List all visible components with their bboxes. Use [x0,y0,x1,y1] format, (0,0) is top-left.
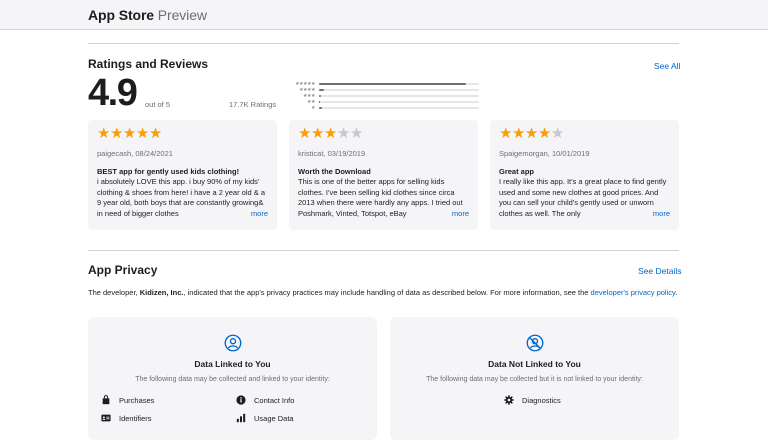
star-filled-icon: ★ [499,125,512,142]
brand-bold: App Store [88,7,154,23]
review-author: kristicat [298,149,324,158]
star-empty-icon: ★ [336,125,350,142]
histogram-track [319,95,479,97]
review-body: This is one of the better apps for selli… [298,177,469,219]
data-type-purchases: Purchases [101,395,154,405]
section-divider [88,43,679,44]
histogram-fill [319,95,321,97]
review-star-rating: ★★★★★ [97,126,268,142]
review-card[interactable]: ★★★★★ kristicat, 03/19/2019 Worth the Do… [289,120,478,230]
shopping-bag-icon [102,395,110,405]
review-meta: Spaigemorgan, 10/01/2019 [499,149,590,158]
histogram-track [319,101,479,103]
star-empty-icon: ★ [550,125,564,142]
data-type-diagnostics: Diagnostics [504,395,561,405]
star-filled-icon: ★ [537,125,551,142]
review-date: 03/19/2019 [327,149,366,158]
gear-icon [504,395,514,405]
card-title: Data Linked to You [194,359,271,369]
info-circle-icon [236,395,246,405]
see-all-link[interactable]: See All [654,61,680,71]
review-author: Spaigemorgan [499,149,548,158]
brand-light: Preview [157,7,207,23]
card-title: Data Not Linked to You [488,359,581,369]
person-circle-icon [224,334,241,352]
bar-chart-icon [236,413,246,423]
review-more-link[interactable]: more [236,208,268,219]
data-not-linked-card: Data Not Linked to You The following dat… [390,317,679,440]
histogram-row: ★ [289,105,479,111]
star-filled-icon: ★ [298,125,311,142]
review-star-rating: ★★★★★ [499,126,670,142]
section-divider [88,250,679,251]
star-filled-icon: ★ [323,125,337,142]
privacy-policy-link[interactable]: developer's privacy policy [591,288,676,297]
histogram-fill [319,101,320,103]
review-date: 10/01/2019 [551,149,590,158]
review-card[interactable]: ★★★★★ paigecash, 08/24/2021 BEST app for… [88,120,277,230]
review-card[interactable]: ★★★★★ Spaigemorgan, 10/01/2019 Great app… [490,120,679,230]
out-of-label: out of 5 [145,100,171,109]
review-author: paigecash [97,149,132,158]
review-meta: kristicat, 03/19/2019 [298,149,366,158]
id-card-icon [101,414,111,422]
see-details-link[interactable]: See Details [638,266,681,276]
privacy-section-title: App Privacy [88,263,158,277]
ratings-section-title: Ratings and Reviews [88,57,209,71]
star-empty-icon: ★ [349,125,363,142]
histogram-track [319,107,479,109]
review-title: Worth the Download [298,167,371,176]
data-type-contact-info: Contact Info [236,395,294,405]
data-type-label: Usage Data [254,413,294,423]
review-meta: paigecash, 08/24/2021 [97,149,173,158]
rating-count: 17.7K Ratings [229,100,277,109]
data-type-label: Purchases [119,395,155,405]
top-bar: App Store Preview [0,0,768,30]
data-type-label: Contact Info [254,395,295,405]
review-date: 08/24/2021 [135,149,173,158]
app-store-preview-brand[interactable]: App Store Preview [88,7,207,23]
review-title: BEST app for gently used kids clothing! [97,167,240,176]
card-subtitle: The following data may be collected but … [426,376,643,383]
privacy-desc-prefix: The developer, [88,288,140,297]
review-title: Great app [499,167,535,176]
rating-histogram: ★★★★★ ★★★★ ★★★ ★★ ★ [289,81,479,111]
review-body: i absolutely LOVE this app. i buy 90% of… [97,177,268,219]
data-type-label: Identifiers [119,413,152,423]
review-more-link[interactable]: more [638,208,670,219]
star-filled-icon: ★ [310,125,324,142]
data-type-label: Diagnostics [522,395,561,405]
histogram-fill [319,83,467,85]
data-linked-card: Data Linked to You The following data ma… [88,317,377,440]
histogram-track [319,83,479,85]
histogram-stars: ★ [311,105,315,111]
privacy-description: The developer, Kidizen, Inc., indicated … [88,287,678,299]
star-filled-icon: ★ [148,125,162,142]
star-filled-icon: ★ [524,125,538,142]
histogram-track [319,89,479,91]
average-rating: 4.9 [88,72,138,114]
review-body: I really like this app. It's a great pla… [499,177,670,219]
star-filled-icon: ★ [122,125,136,142]
privacy-desc-end: . [675,288,678,297]
histogram-fill [319,89,324,91]
star-filled-icon: ★ [511,125,525,142]
star-filled-icon: ★ [135,125,149,142]
review-more-link[interactable]: more [437,208,469,219]
privacy-desc-suffix: , indicated that the app's privacy pract… [183,288,591,297]
data-type-identifiers: Identifiers [101,413,152,423]
data-type-usage-data: Usage Data [236,413,294,423]
review-star-rating: ★★★★★ [298,126,469,142]
star-filled-icon: ★ [97,125,110,142]
card-subtitle: The following data may be collected and … [135,376,330,383]
star-filled-icon: ★ [109,125,123,142]
person-crossed-icon [526,334,543,352]
developer-name: Kidizen, Inc. [139,288,184,297]
histogram-fill [319,107,323,109]
